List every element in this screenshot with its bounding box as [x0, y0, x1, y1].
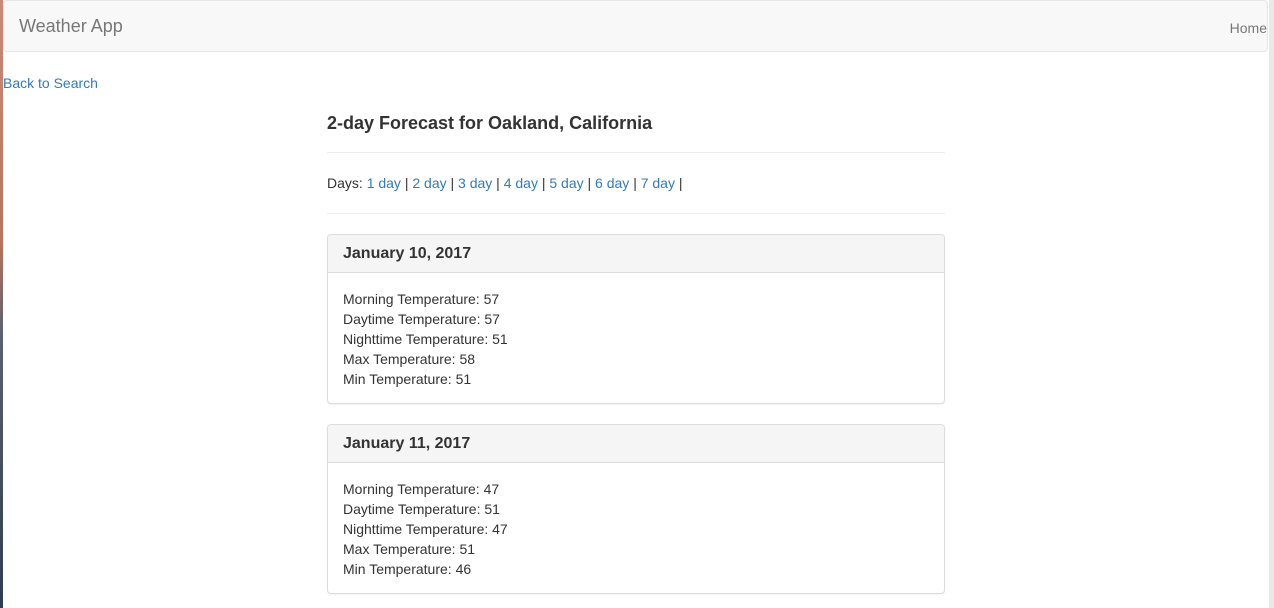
row-label: Min Temperature: [343, 561, 452, 577]
days-separator: | [496, 175, 500, 191]
min-temperature-row: Min Temperature: 46 [343, 559, 929, 579]
days-separator: | [404, 175, 409, 191]
min-temperature-row: Min Temperature: 51 [343, 369, 929, 389]
row-label: Nighttime Temperature: [343, 521, 489, 537]
daytime-temperature-row: Daytime Temperature: 51 [343, 499, 929, 519]
forecast-panel: January 11, 2017 Morning Temperature: 47… [327, 424, 945, 594]
forecast-details: Morning Temperature: 47 Daytime Temperat… [328, 463, 944, 579]
days-separator: | [450, 175, 455, 191]
morning-temperature-row: Morning Temperature: 57 [343, 289, 929, 309]
row-label: Max Temperature: [343, 351, 456, 367]
days-option-6[interactable]: 6 day [595, 175, 629, 191]
days-option-5[interactable]: 5 day [549, 175, 583, 191]
row-value: 51 [459, 541, 476, 557]
days-option-7[interactable]: 7 day [641, 175, 675, 191]
row-label: Morning Temperature: [343, 291, 480, 307]
nighttime-temperature-row: Nighttime Temperature: 51 [343, 329, 929, 349]
row-value: 57 [483, 291, 500, 307]
navbar-brand[interactable]: Weather App [19, 16, 123, 36]
row-label: Min Temperature: [343, 371, 452, 387]
daytime-temperature-row: Daytime Temperature: 57 [343, 309, 929, 329]
forecast-details: Morning Temperature: 57 Daytime Temperat… [328, 273, 944, 389]
nighttime-temperature-row: Nighttime Temperature: 47 [343, 519, 929, 539]
forecast-panel: January 10, 2017 Morning Temperature: 57… [327, 234, 945, 404]
days-option-2[interactable]: 2 day [412, 175, 446, 191]
divider [327, 213, 945, 214]
divider [327, 152, 945, 153]
navbar: Weather App Home [3, 0, 1268, 52]
row-label: Daytime Temperature: [343, 501, 481, 517]
row-value: 58 [459, 351, 476, 367]
row-value: 51 [492, 331, 508, 347]
nav-home-link[interactable]: Home [1230, 18, 1267, 38]
days-option-1[interactable]: 1 day [367, 175, 401, 191]
days-option-4[interactable]: 4 day [504, 175, 538, 191]
row-value: 51 [484, 501, 500, 517]
morning-temperature-row: Morning Temperature: 47 [343, 479, 929, 499]
row-label: Nighttime Temperature: [343, 331, 489, 347]
back-to-search-link[interactable]: Back to Search [3, 74, 98, 92]
days-option-3[interactable]: 3 day [458, 175, 492, 191]
row-value: 47 [483, 481, 500, 497]
days-separator: | [678, 175, 683, 191]
forecast-date: January 11, 2017 [328, 425, 944, 463]
days-separator: | [633, 175, 637, 191]
scrollbar-track[interactable] [1269, 0, 1274, 608]
row-value: 46 [455, 561, 472, 577]
max-temperature-row: Max Temperature: 51 [343, 539, 929, 559]
days-label: Days: [327, 175, 363, 191]
forecast-container: 2-day Forecast for Oakland, California D… [327, 108, 945, 594]
forecast-date: January 10, 2017 [328, 235, 944, 273]
days-selector: Days: 1 day | 2 day | 3 day | 4 day | 5 … [327, 175, 683, 191]
row-label: Daytime Temperature: [343, 311, 481, 327]
row-label: Max Temperature: [343, 541, 456, 557]
page-title: 2-day Forecast for Oakland, California [327, 113, 653, 133]
row-value: 51 [455, 371, 472, 387]
days-separator: | [587, 175, 592, 191]
max-temperature-row: Max Temperature: 58 [343, 349, 929, 369]
days-separator: | [541, 175, 546, 191]
row-value: 57 [484, 311, 500, 327]
row-value: 47 [492, 521, 508, 537]
row-label: Morning Temperature: [343, 481, 480, 497]
